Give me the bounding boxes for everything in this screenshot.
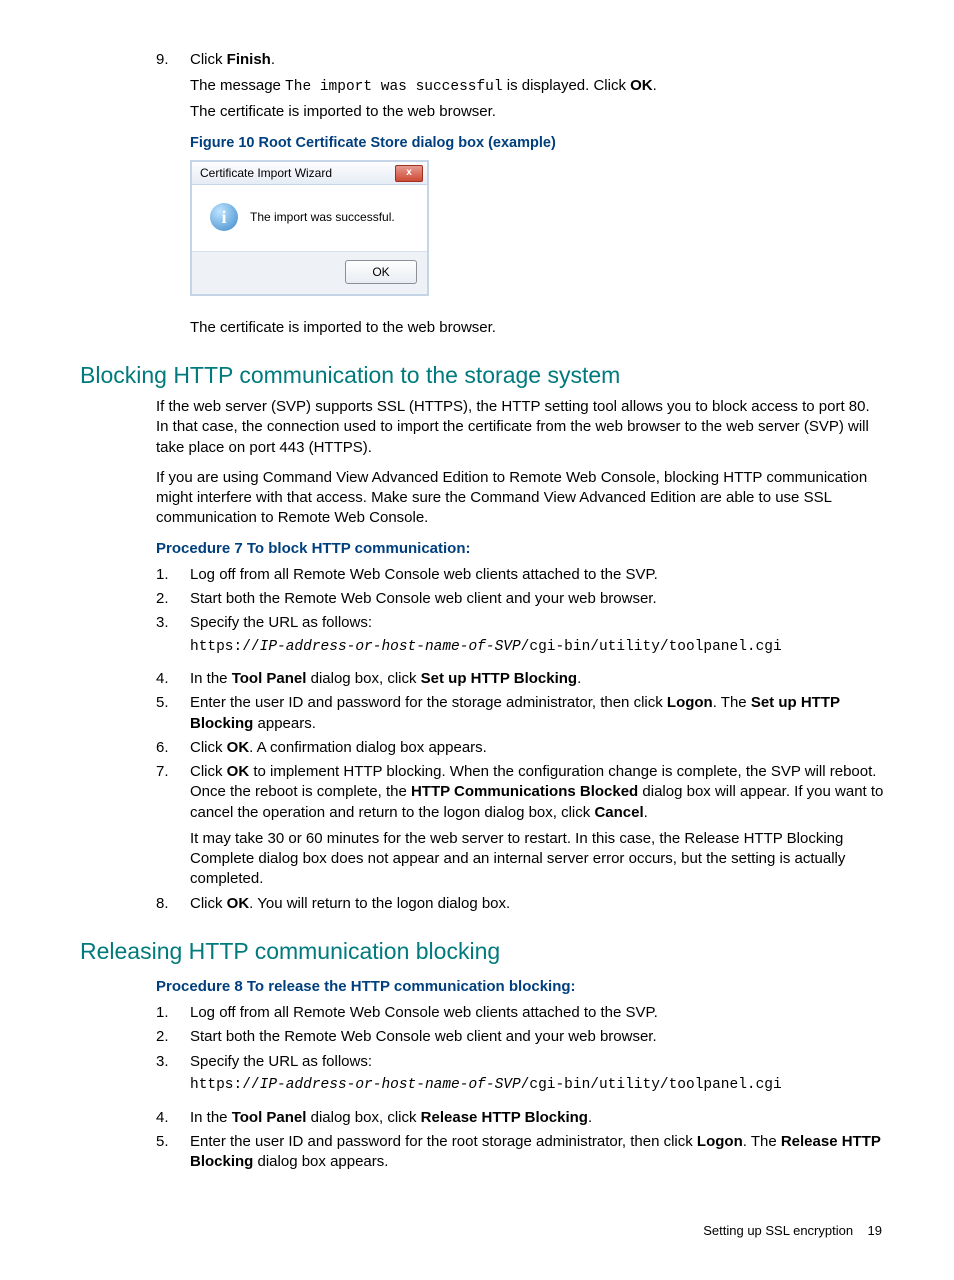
proc7-step-8: 8. Click OK. You will return to the logo… — [156, 894, 886, 914]
proc8-step-4: 4. In the Tool Panel dialog box, click R… — [156, 1108, 886, 1128]
dialog-message: The import was successful. — [250, 209, 395, 225]
proc7-step-7: 7. Click OK to implement HTTP blocking. … — [156, 762, 886, 890]
figure-10-dialog: Certificate Import Wizard x i The import… — [190, 160, 429, 296]
proc7-step-4: 4. In the Tool Panel dialog box, click S… — [156, 669, 886, 689]
procedure-8-title: Procedure 8 To release the HTTP communic… — [156, 977, 886, 997]
proc7-step-2: 2. Start both the Remote Web Console web… — [156, 589, 886, 609]
proc8-step-1: 1. Log off from all Remote Web Console w… — [156, 1003, 886, 1023]
proc7-url: https://IP-address-or-host-name-of-SVP/c… — [190, 638, 886, 658]
proc8-step-5: 5. Enter the user ID and password for th… — [156, 1132, 886, 1173]
proc8-step-3: 3. Specify the URL as follows: https://I… — [156, 1052, 886, 1104]
blocking-para-2: If you are using Command View Advanced E… — [156, 468, 886, 529]
dialog-footer: OK — [192, 251, 427, 294]
step-body: Click Finish. The message The import was… — [190, 50, 886, 122]
heading-releasing-http: Releasing HTTP communication blocking — [80, 936, 886, 967]
close-icon[interactable]: x — [395, 165, 423, 182]
heading-blocking-http: Blocking HTTP communication to the stora… — [80, 360, 886, 391]
ok-button[interactable]: OK — [345, 260, 417, 284]
after-figure-text: The certificate is imported to the web b… — [190, 318, 886, 338]
procedure-7-title: Procedure 7 To block HTTP communication: — [156, 539, 886, 559]
dialog-titlebar: Certificate Import Wizard x — [192, 162, 427, 185]
dialog-content: i The import was successful. — [192, 185, 427, 251]
proc7-step-1: 1. Log off from all Remote Web Console w… — [156, 565, 886, 585]
blocking-para-1: If the web server (SVP) supports SSL (HT… — [156, 397, 886, 458]
step-9: 9. Click Finish. The message The import … — [156, 50, 886, 122]
dialog-title: Certificate Import Wizard — [200, 165, 332, 181]
proc7-step-6: 6. Click OK. A confirmation dialog box a… — [156, 738, 886, 758]
proc8-url: https://IP-address-or-host-name-of-SVP/c… — [190, 1076, 886, 1096]
proc8-step-2: 2. Start both the Remote Web Console web… — [156, 1027, 886, 1047]
page-footer: Setting up SSL encryption 19 — [68, 1222, 886, 1240]
step-number: 9. — [156, 50, 190, 122]
proc7-step-3: 3. Specify the URL as follows: https://I… — [156, 613, 886, 665]
figure-10-caption: Figure 10 Root Certificate Store dialog … — [190, 134, 886, 154]
proc7-step-5: 5. Enter the user ID and password for th… — [156, 693, 886, 734]
info-icon: i — [210, 203, 238, 231]
